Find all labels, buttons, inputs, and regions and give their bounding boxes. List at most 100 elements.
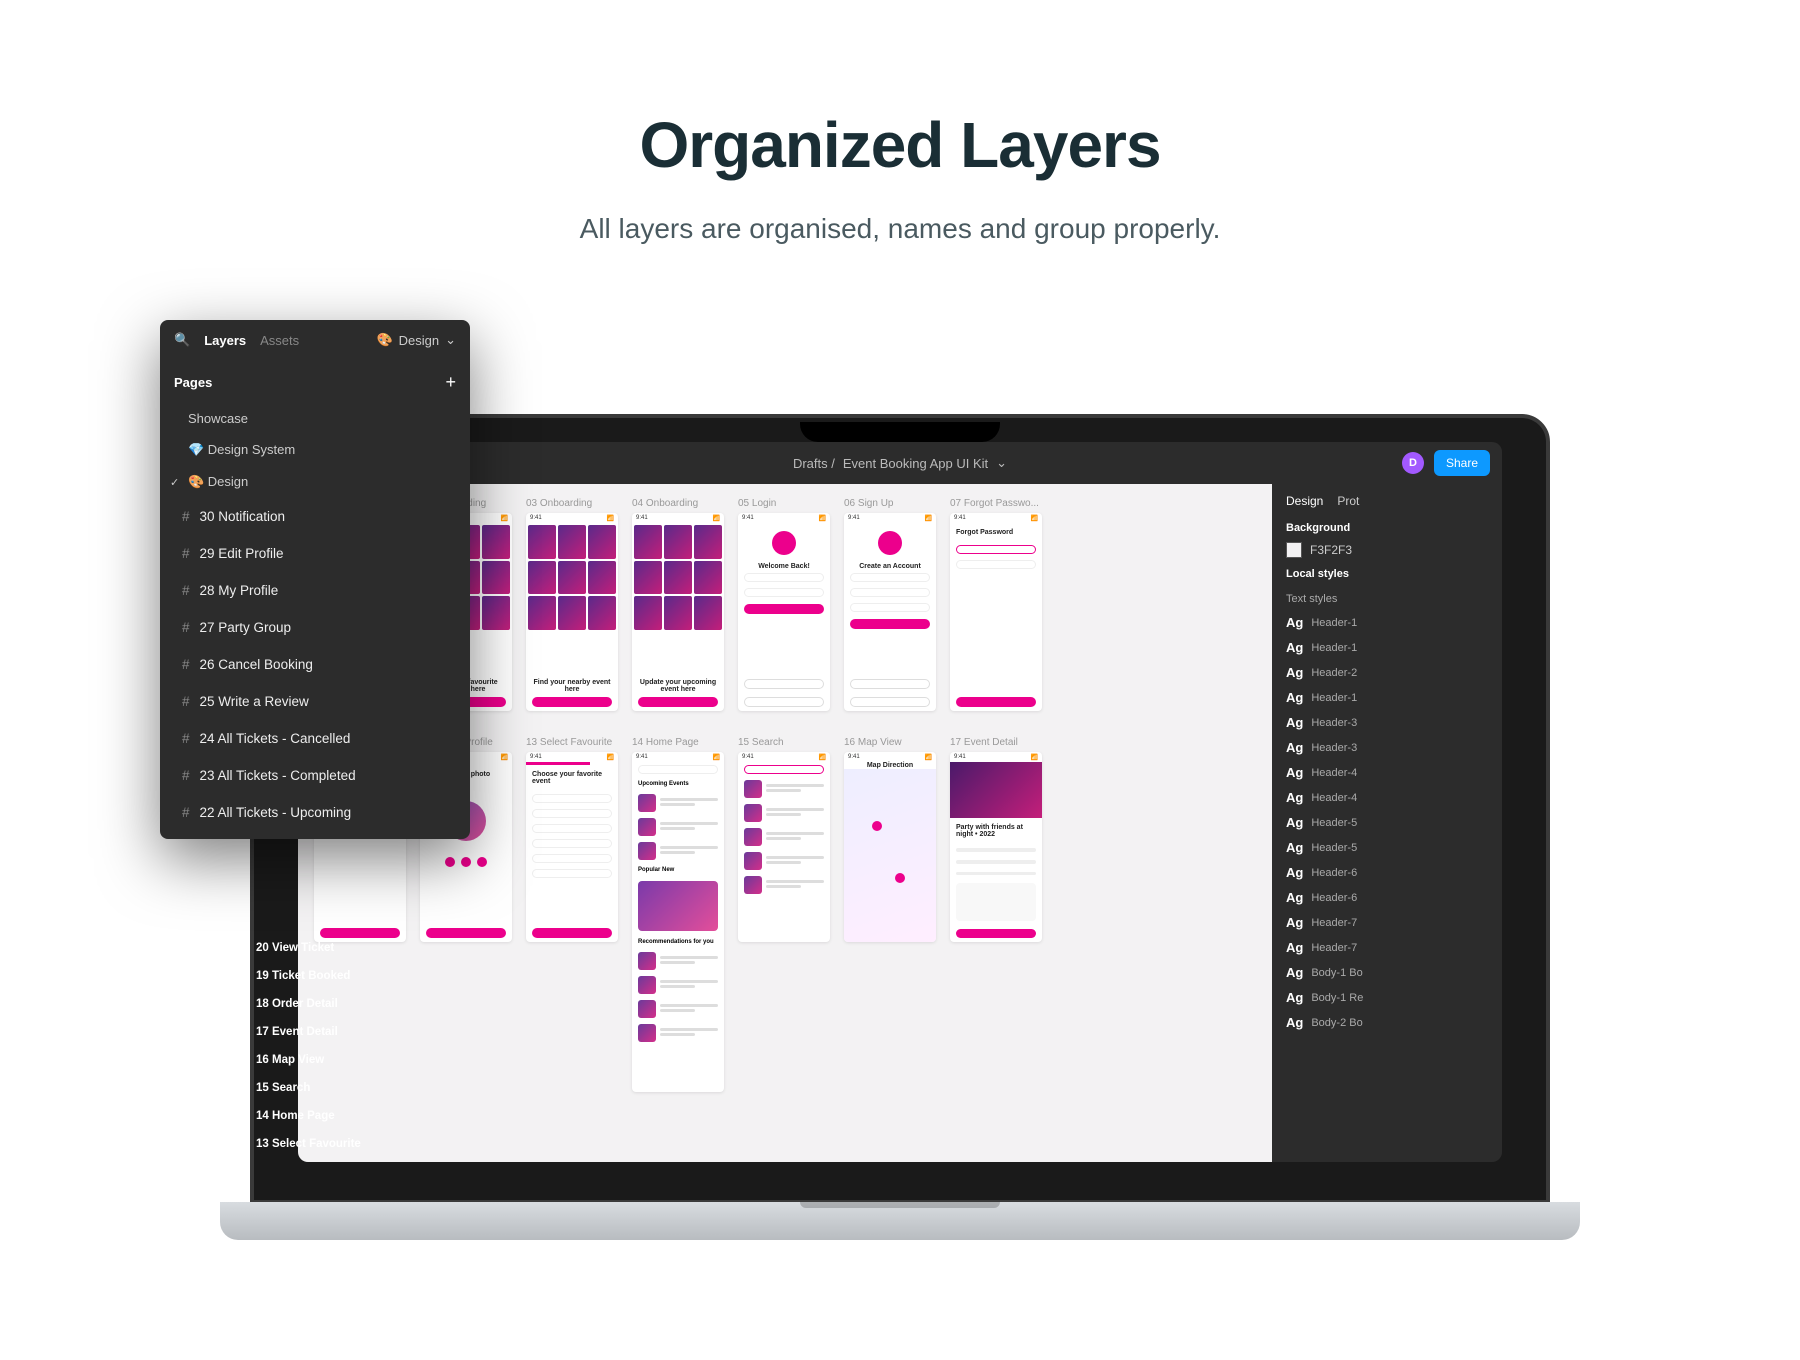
ag-icon: Ag bbox=[1286, 690, 1303, 705]
layer-item[interactable]: #22 All Tickets - Upcoming bbox=[160, 794, 470, 831]
page-item[interactable]: Showcase bbox=[160, 403, 470, 434]
artboard[interactable]: 9:41 📶 bbox=[738, 752, 830, 942]
frame[interactable]: 07 Forgot Passwo...9:41 📶Forgot Password bbox=[950, 498, 1042, 711]
text-styles-list: AgHeader-1AgHeader-1AgHeader-2AgHeader-1… bbox=[1286, 610, 1488, 1035]
chevron-down-icon: ⌄ bbox=[445, 332, 456, 348]
ag-icon: Ag bbox=[1286, 740, 1303, 755]
layer-item[interactable]: 15 Search bbox=[256, 1074, 476, 1102]
frame[interactable]: 17 Event Detail9:41 📶Party with friends … bbox=[950, 737, 1042, 1092]
frame[interactable]: 13 Select Favourite 9:41 📶Choose your fav… bbox=[526, 737, 618, 1092]
tab-prototype[interactable]: Prot bbox=[1337, 494, 1359, 508]
tab-layers[interactable]: Layers bbox=[204, 333, 246, 348]
artboard[interactable]: 9:41 📶Update your upcoming event here bbox=[632, 513, 724, 711]
frame[interactable]: 03 Onboarding 9:41 📶Find your nearby even… bbox=[526, 498, 618, 711]
background-row[interactable]: F3F2F3 bbox=[1286, 542, 1488, 558]
ag-icon: Ag bbox=[1286, 640, 1303, 655]
layers-list: #30 Notification#29 Edit Profile#28 My P… bbox=[160, 498, 470, 831]
layer-item[interactable]: #23 All Tickets - Completed bbox=[160, 757, 470, 794]
frame-icon: # bbox=[182, 509, 190, 524]
layer-item[interactable]: 18 Order Detail bbox=[256, 990, 476, 1018]
layer-item[interactable]: #25 Write a Review bbox=[160, 683, 470, 720]
doc-name: Event Booking App UI Kit bbox=[843, 456, 988, 471]
tab-design[interactable]: Design bbox=[1286, 494, 1323, 508]
text-style-item[interactable]: AgHeader-1 bbox=[1286, 635, 1488, 660]
text-style-item[interactable]: AgHeader-3 bbox=[1286, 735, 1488, 760]
extra-layers-list: 20 View Ticket19 Ticket Booked18 Order D… bbox=[256, 934, 476, 1158]
hero-subtitle: All layers are organised, names and grou… bbox=[0, 213, 1800, 245]
pages-list: Showcase💎 Design System🎨 Design bbox=[160, 403, 470, 498]
figma-topbar: ◧ T ⧉ ✋ 💬 Drafts / Event Booking App UI … bbox=[298, 442, 1502, 484]
text-style-item[interactable]: AgHeader-2 bbox=[1286, 660, 1488, 685]
ag-icon: Ag bbox=[1286, 815, 1303, 830]
artboard[interactable]: 9:41 📶Forgot Password bbox=[950, 513, 1042, 711]
text-style-item[interactable]: AgHeader-1 bbox=[1286, 610, 1488, 635]
tab-assets[interactable]: Assets bbox=[260, 333, 299, 348]
chevron-down-icon: ⌄ bbox=[996, 455, 1007, 471]
text-style-item[interactable]: AgBody-1 Re bbox=[1286, 985, 1488, 1010]
text-style-item[interactable]: AgHeader-5 bbox=[1286, 835, 1488, 860]
text-style-item[interactable]: AgHeader-4 bbox=[1286, 785, 1488, 810]
ag-icon: Ag bbox=[1286, 840, 1303, 855]
page-item[interactable]: 💎 Design System bbox=[160, 434, 470, 466]
ag-icon: Ag bbox=[1286, 990, 1303, 1005]
local-styles-label: Local styles bbox=[1286, 568, 1488, 580]
text-style-item[interactable]: AgHeader-7 bbox=[1286, 910, 1488, 935]
page-selector[interactable]: 🎨 Design ⌄ bbox=[376, 332, 456, 348]
layer-item[interactable]: #27 Party Group bbox=[160, 609, 470, 646]
layer-item[interactable]: 16 Map View bbox=[256, 1046, 476, 1074]
text-style-item[interactable]: AgHeader-1 bbox=[1286, 685, 1488, 710]
text-style-item[interactable]: AgHeader-7 bbox=[1286, 935, 1488, 960]
artboard[interactable]: 9:41 📶Welcome Back! bbox=[738, 513, 830, 711]
text-style-item[interactable]: AgHeader-5 bbox=[1286, 810, 1488, 835]
user-avatar[interactable]: D bbox=[1402, 452, 1424, 474]
layer-item[interactable]: #29 Edit Profile bbox=[160, 535, 470, 572]
layer-item[interactable]: 17 Event Detail bbox=[256, 1018, 476, 1046]
share-button[interactable]: Share bbox=[1434, 450, 1490, 476]
frame-label: 13 Select Favourite bbox=[526, 737, 618, 748]
artboard[interactable]: 9:41 📶Map Direction bbox=[844, 752, 936, 942]
frame[interactable]: 04 Onboarding9:41 📶Update your upcoming … bbox=[632, 498, 724, 711]
layer-item[interactable]: #26 Cancel Booking bbox=[160, 646, 470, 683]
properties-panel: Design Prot Background F3F2F3 Local styl… bbox=[1272, 484, 1502, 1162]
text-style-item[interactable]: AgBody-2 Bo bbox=[1286, 1010, 1488, 1035]
ag-icon: Ag bbox=[1286, 865, 1303, 880]
ag-icon: Ag bbox=[1286, 765, 1303, 780]
layer-item[interactable]: #30 Notification bbox=[160, 498, 470, 535]
layer-item[interactable]: #28 My Profile bbox=[160, 572, 470, 609]
frame-label: 03 Onboarding bbox=[526, 498, 618, 509]
frame[interactable]: 05 Login9:41 📶Welcome Back! bbox=[738, 498, 830, 711]
laptop-notch bbox=[800, 422, 1000, 442]
hero-title: Organized Layers bbox=[0, 108, 1800, 182]
frame-label: 06 Sign Up bbox=[844, 498, 936, 509]
document-title[interactable]: Drafts / Event Booking App UI Kit ⌄ bbox=[793, 455, 1007, 471]
frame[interactable]: 14 Home Page9:41 📶Upcoming EventsPopular… bbox=[632, 737, 724, 1092]
layer-item[interactable]: #24 All Tickets - Cancelled bbox=[160, 720, 470, 757]
artboard[interactable]: 9:41 📶Find your nearby event here bbox=[526, 513, 618, 711]
text-style-item[interactable]: AgHeader-6 bbox=[1286, 860, 1488, 885]
layer-item[interactable]: 20 View Ticket bbox=[256, 934, 476, 962]
background-swatch[interactable] bbox=[1286, 542, 1302, 558]
background-label: Background bbox=[1286, 522, 1488, 534]
frame[interactable]: 16 Map View9:41 📶Map Direction bbox=[844, 737, 936, 1092]
artboard[interactable]: 9:41 📶Create an Account bbox=[844, 513, 936, 711]
text-style-item[interactable]: AgHeader-4 bbox=[1286, 760, 1488, 785]
page-item[interactable]: 🎨 Design bbox=[160, 466, 470, 498]
search-icon[interactable]: 🔍 bbox=[174, 332, 190, 348]
layer-item[interactable]: 19 Ticket Booked bbox=[256, 962, 476, 990]
frame-icon: # bbox=[182, 768, 190, 783]
artboard[interactable]: 9:41 📶Upcoming EventsPopular NewRecommen… bbox=[632, 752, 724, 1092]
frame-icon: # bbox=[182, 583, 190, 598]
layer-item[interactable]: 13 Select Favourite bbox=[256, 1130, 476, 1158]
artboard[interactable]: 9:41 📶Choose your favorite event bbox=[526, 752, 618, 942]
text-style-item[interactable]: AgHeader-3 bbox=[1286, 710, 1488, 735]
frame[interactable]: 06 Sign Up 9:41 📶Create an Account bbox=[844, 498, 936, 711]
topbar-right: D Share bbox=[1402, 450, 1490, 476]
pages-label: Pages bbox=[174, 375, 212, 390]
add-page-button[interactable]: + bbox=[445, 372, 456, 393]
layer-item[interactable]: 14 Home Page bbox=[256, 1102, 476, 1130]
laptop-base bbox=[220, 1202, 1580, 1240]
artboard[interactable]: 9:41 📶Party with friends at night • 2022 bbox=[950, 752, 1042, 942]
frame[interactable]: 15 Search9:41 📶 bbox=[738, 737, 830, 1092]
text-style-item[interactable]: AgHeader-6 bbox=[1286, 885, 1488, 910]
text-style-item[interactable]: AgBody-1 Bo bbox=[1286, 960, 1488, 985]
